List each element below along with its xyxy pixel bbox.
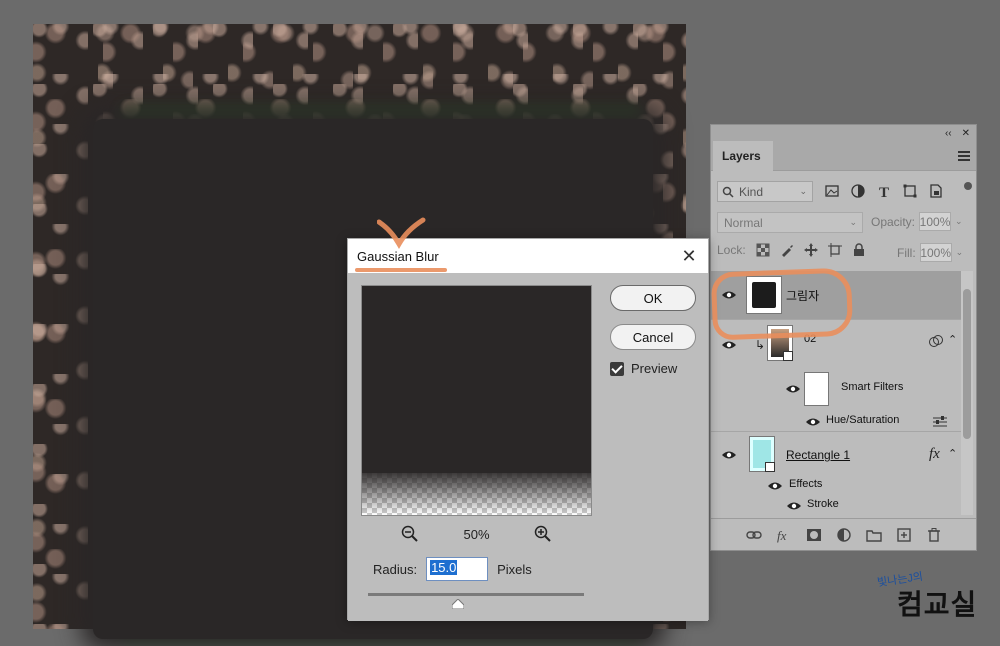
zoom-level: 50% [463, 526, 490, 542]
layer-name[interactable]: Effects [789, 478, 822, 490]
pixel-filter-icon[interactable] [824, 183, 840, 199]
add-mask-icon[interactable] [806, 527, 822, 543]
radius-label: Radius: [373, 561, 418, 577]
radius-row: Radius: 15.0 Pixels [373, 557, 532, 581]
chevron-up-icon[interactable]: ⌃ [948, 447, 957, 460]
zoom-controls: 50% [361, 523, 592, 545]
svg-text:T: T [879, 185, 889, 199]
preview-transparency [362, 473, 591, 515]
clipping-arrow-icon: ↳ [755, 338, 766, 352]
close-icon[interactable]: ✕ [678, 245, 700, 267]
new-group-icon[interactable] [865, 527, 882, 543]
scrollbar-thumb[interactable] [963, 289, 971, 439]
layer-name[interactable]: Smart Filters [841, 381, 903, 393]
filter-icons: T [824, 183, 944, 199]
lock-transparent-pixels-icon[interactable] [756, 243, 770, 257]
layer-row-stroke[interactable]: Stroke [711, 497, 961, 515]
visibility-eye-icon[interactable] [722, 450, 736, 460]
collapse-icon[interactable]: ‹‹ [945, 128, 952, 139]
adjustment-filter-icon[interactable] [850, 183, 866, 199]
opacity-input[interactable]: 100% [919, 212, 952, 231]
blur-preview[interactable] [361, 285, 592, 516]
radius-slider-track[interactable] [368, 593, 584, 596]
chevron-down-icon[interactable]: ⌄ [956, 247, 964, 258]
search-icon [722, 186, 734, 198]
lock-position-icon[interactable] [803, 243, 818, 257]
smart-filter-icon [929, 335, 943, 347]
filter-toggle[interactable] [964, 182, 972, 190]
fill-control: Fill: 100% ⌄ [897, 243, 963, 262]
fill-input[interactable]: 100% [919, 243, 952, 262]
filter-kind-label: Kind [739, 184, 764, 199]
svg-text:fx: fx [777, 528, 787, 543]
fill-label: Fill: [897, 245, 916, 260]
annotation-check-mark [377, 217, 426, 250]
radius-input[interactable]: 15.0 [426, 557, 489, 581]
link-layers-icon[interactable] [745, 527, 762, 543]
radius-slider-thumb[interactable] [452, 599, 464, 609]
layer-thumbnail [749, 436, 775, 472]
filter-blending-options-icon[interactable] [933, 416, 947, 428]
preview-label: Preview [631, 361, 678, 376]
preview-toggle[interactable]: Preview [610, 361, 677, 376]
fx-icon[interactable]: fx [929, 446, 940, 463]
layer-name[interactable]: Stroke [807, 498, 839, 510]
layer-row-hue-saturation[interactable]: Hue/Saturation [711, 413, 961, 431]
zoom-in-icon[interactable] [534, 525, 552, 543]
annotation-highlight-oval [710, 267, 854, 341]
chevron-down-icon: ⌄ [799, 186, 807, 196]
layers-scrollbar[interactable] [961, 271, 973, 515]
visibility-eye-icon[interactable] [806, 417, 820, 427]
panel-bottom-toolbar: fx [711, 518, 976, 550]
radius-unit: Pixels [497, 561, 532, 577]
panel-menu-icon[interactable] [958, 151, 970, 161]
layer-row-effects[interactable]: Effects [711, 477, 961, 495]
lock-all-icon[interactable] [852, 243, 866, 257]
chevron-down-icon: ⌄ [849, 217, 857, 227]
ok-button[interactable]: OK [610, 285, 696, 311]
watermark-big-text: 컴교실 [897, 589, 978, 620]
visibility-eye-icon[interactable] [787, 501, 801, 511]
radius-value: 15.0 [430, 560, 458, 575]
opacity-control: Opacity: 100% ⌄ [871, 212, 963, 231]
zoom-out-icon[interactable] [401, 525, 419, 543]
panel-close-icon[interactable]: ✕ [962, 128, 970, 139]
lock-artboard-icon[interactable] [827, 243, 842, 257]
layer-name[interactable]: Rectangle 1 [786, 448, 850, 462]
chevron-down-icon[interactable]: ⌄ [955, 216, 963, 227]
new-layer-icon[interactable] [896, 527, 912, 543]
layer-row-rectangle-1[interactable]: Rectangle 1 fx ⌃ [711, 431, 961, 477]
visibility-eye-icon[interactable] [722, 340, 736, 350]
panel-header-bar: ‹‹ ✕ [711, 125, 976, 141]
blend-mode-select[interactable]: Normal ⌄ [717, 212, 863, 233]
preview-checkbox[interactable] [610, 361, 624, 376]
visibility-eye-icon[interactable] [768, 481, 782, 491]
filter-mask-thumbnail [804, 372, 829, 406]
lock-image-pixels-icon[interactable] [780, 243, 794, 257]
chevron-up-icon[interactable]: ⌃ [948, 333, 957, 346]
lock-label: Lock: [717, 243, 746, 257]
type-filter-icon[interactable]: T [876, 183, 892, 199]
fx-add-style-icon[interactable]: fx [776, 527, 792, 543]
delete-layer-icon[interactable] [926, 527, 942, 543]
cancel-button[interactable]: Cancel [610, 324, 696, 350]
blend-mode-value: Normal [724, 215, 763, 230]
gaussian-blur-dialog: Gaussian Blur ✕ 50% Radius: 15.0 Pixels [347, 238, 709, 621]
layer-row-smart-filters[interactable]: Smart Filters [711, 369, 961, 413]
filter-kind-select[interactable]: Kind ⌄ [717, 181, 813, 202]
shape-filter-icon[interactable] [902, 183, 918, 199]
dialog-body: 50% Radius: 15.0 Pixels OK Cancel Previe… [348, 273, 708, 621]
tab-layers[interactable]: Layers [713, 141, 773, 172]
opacity-label: Opacity: [871, 214, 916, 229]
panel-tab-bar: Layers [711, 141, 976, 172]
adjustment-layer-icon[interactable] [836, 527, 852, 543]
visibility-eye-icon[interactable] [786, 384, 800, 394]
layer-name[interactable]: Hue/Saturation [826, 414, 899, 426]
smart-object-filter-icon[interactable] [928, 183, 944, 199]
annotation-underline [355, 268, 447, 272]
watermark-logo: 빛나는J의 컴교실 [875, 570, 995, 625]
lock-row: Lock: [717, 243, 866, 257]
